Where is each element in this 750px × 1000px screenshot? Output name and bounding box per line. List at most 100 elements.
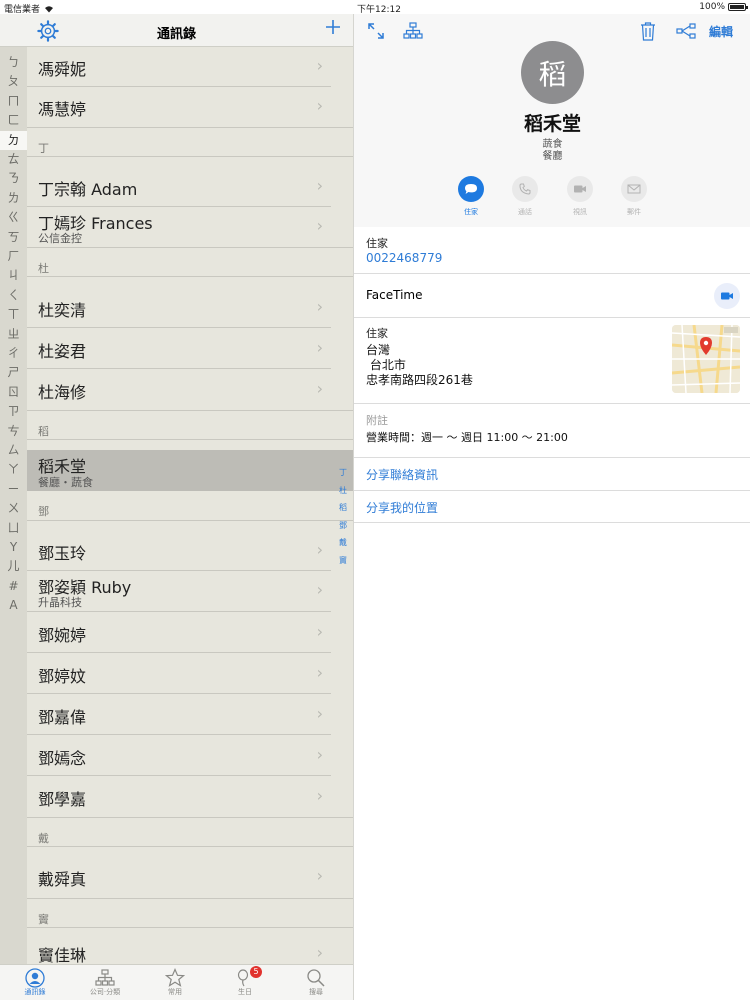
- list-item[interactable]: 鄧嘉偉 ›: [27, 694, 353, 735]
- edit-button[interactable]: 編輯: [709, 20, 733, 42]
- index-letter[interactable]: ㄩ: [0, 519, 27, 538]
- index-letter[interactable]: ㄌ: [0, 189, 27, 208]
- section-index-item[interactable]: 丁: [334, 467, 352, 485]
- left-nav-bar: 通訊錄: [0, 14, 353, 47]
- index-letter[interactable]: ㄇ: [0, 92, 27, 111]
- index-letter[interactable]: ㄙ: [0, 441, 27, 460]
- index-letter[interactable]: ㄧ: [0, 480, 27, 499]
- index-letter[interactable]: ㄒ: [0, 305, 27, 324]
- status-right: 100%: [699, 2, 748, 12]
- map-thumbnail[interactable]: [672, 325, 740, 393]
- tab-label: 公司‧分類: [89, 988, 121, 996]
- index-letter[interactable]: 儿: [0, 557, 27, 576]
- index-letter[interactable]: ㄉ: [0, 130, 27, 150]
- trash-icon: [641, 22, 655, 41]
- mail-action[interactable]: 郵件: [614, 176, 654, 217]
- list-item[interactable]: 丁宗翰 Adam ›: [27, 167, 353, 207]
- notes-section[interactable]: 附註 營業時間：週一 ～ 週日 11:00 ～ 21:00: [354, 404, 750, 458]
- section-index-item[interactable]: 戴: [334, 537, 352, 555]
- action-label: 郵件: [627, 208, 641, 216]
- index-letter[interactable]: ㄓ: [0, 325, 27, 344]
- chevron-right-icon: ›: [316, 297, 323, 316]
- index-letter[interactable]: ㄔ: [0, 344, 27, 363]
- section-index[interactable]: 丁杜稻鄧戴竇: [334, 467, 352, 572]
- share-contact-link[interactable]: 分享聯絡資訊: [366, 466, 438, 483]
- phone-section[interactable]: 住家 0022468779: [354, 227, 750, 274]
- list-item[interactable]: 鄧嫣念 ›: [27, 735, 353, 776]
- index-letter[interactable]: ㄗ: [0, 402, 27, 421]
- index-letter[interactable]: ㄕ: [0, 363, 27, 382]
- chevron-right-icon: ›: [316, 56, 323, 75]
- address-section[interactable]: 住家 台灣 台北市 忠孝南路四段261巷: [354, 318, 750, 404]
- tab-company[interactable]: 公司‧分類: [70, 965, 140, 1000]
- list-item[interactable]: 杜姿君 ›: [27, 328, 353, 369]
- index-letter[interactable]: ㄑ: [0, 286, 27, 305]
- share-contact-row[interactable]: 分享聯絡資訊: [354, 458, 750, 491]
- tab-label: 搜尋: [309, 988, 323, 996]
- action-label: 住家: [464, 208, 478, 216]
- section-index-item[interactable]: 稻: [334, 502, 352, 520]
- add-contact-button[interactable]: [325, 18, 341, 40]
- index-letter[interactable]: ㄨ: [0, 499, 27, 518]
- index-letter[interactable]: ㄎ: [0, 228, 27, 247]
- list-item[interactable]: 鄧玉玲 ›: [27, 531, 353, 571]
- expand-button[interactable]: [367, 20, 385, 42]
- tab-birthday[interactable]: 5 生日: [210, 965, 280, 1000]
- index-letter[interactable]: ㄆ: [0, 72, 27, 91]
- map-image: [672, 325, 740, 393]
- section-header-label: 丁: [38, 142, 49, 155]
- index-letter[interactable]: ㄏ: [0, 247, 27, 266]
- index-letter[interactable]: ㄋ: [0, 169, 27, 188]
- list-item[interactable]: 竇佳琳 ›: [27, 938, 353, 964]
- list-item-selected[interactable]: 稻禾堂 餐廳・蔬食: [27, 450, 353, 491]
- message-action[interactable]: 住家: [451, 176, 491, 217]
- tab-label: 常用: [168, 988, 182, 996]
- list-item[interactable]: 杜海修 ›: [27, 369, 353, 410]
- share-button[interactable]: [676, 20, 696, 42]
- list-item[interactable]: 杜奕清 ›: [27, 287, 353, 328]
- section-index-item[interactable]: 竇: [334, 555, 352, 573]
- contact-detail-pane: 編輯 稻 稻禾堂 蔬食 餐廳 住家 通話 視訊 郵件 住家 0022468779…: [353, 14, 750, 1000]
- list-item[interactable]: 馮慧婷 ›: [27, 87, 353, 127]
- search-icon: [307, 968, 325, 987]
- index-letter[interactable]: ㄐ: [0, 266, 27, 285]
- section-index-item[interactable]: 杜: [334, 485, 352, 503]
- list-item[interactable]: 鄧學嘉 ›: [27, 776, 353, 817]
- chevron-right-icon: ›: [316, 176, 323, 195]
- index-letter[interactable]: ㄖ: [0, 383, 27, 402]
- list-item[interactable]: 鄧婷妏 ›: [27, 653, 353, 694]
- contact-name: 杜奕清: [38, 301, 87, 320]
- index-letter[interactable]: ㄊ: [0, 150, 27, 169]
- list-item[interactable]: 鄧婉婷 ›: [27, 612, 353, 653]
- person-icon: [25, 967, 45, 988]
- index-letter[interactable]: ㄚ: [0, 460, 27, 479]
- list-item[interactable]: 鄧姿穎 Ruby 升晶科技 ›: [27, 571, 353, 612]
- section-index-item[interactable]: 鄧: [334, 520, 352, 538]
- index-letter[interactable]: ㄍ: [0, 208, 27, 227]
- call-action[interactable]: 通話: [505, 176, 545, 217]
- tab-favorites[interactable]: 常用: [140, 965, 210, 1000]
- tab-contacts[interactable]: 通訊錄: [0, 965, 70, 1000]
- facetime-button[interactable]: [714, 283, 740, 309]
- index-letter[interactable]: ㄅ: [0, 53, 27, 72]
- index-letter[interactable]: ㄘ: [0, 422, 27, 441]
- share-location-row[interactable]: 分享我的位置: [354, 491, 750, 523]
- index-letter[interactable]: A: [0, 596, 27, 615]
- org-chart-button[interactable]: [403, 20, 423, 42]
- alphabet-index[interactable]: ㄅㄆㄇㄈㄉㄊㄋㄌㄍㄎㄏㄐㄑㄒㄓㄔㄕㄖㄗㄘㄙㄚㄧㄨㄩ Y 儿 # A: [0, 47, 27, 964]
- phone-number[interactable]: 0022468779: [366, 251, 442, 265]
- contact-list-pane: 通訊錄 ㄅㄆㄇㄈㄉㄊㄋㄌㄍㄎㄏㄐㄑㄒㄓㄔㄕㄖㄗㄘㄙㄚㄧㄨㄩ Y 儿 # A 馮舜妮 › …: [0, 14, 353, 964]
- index-letter[interactable]: Y: [0, 538, 27, 557]
- list-item[interactable]: 馮舜妮 ›: [27, 47, 353, 87]
- list-item[interactable]: 丁嫣珍 Frances 公信金控 ›: [27, 207, 353, 247]
- index-letter[interactable]: ㄈ: [0, 111, 27, 130]
- delete-button[interactable]: [640, 20, 656, 42]
- video-action[interactable]: 視訊: [560, 176, 600, 217]
- status-bar: 電信業者 下午12:12 100%: [0, 0, 750, 15]
- tab-search[interactable]: 搜尋: [281, 965, 351, 1000]
- index-letter[interactable]: #: [0, 577, 27, 596]
- share-location-link[interactable]: 分享我的位置: [366, 499, 438, 516]
- list-item[interactable]: 戴舜真 ›: [27, 857, 353, 897]
- plus-icon: [326, 20, 340, 34]
- facetime-section[interactable]: FaceTime: [354, 274, 750, 318]
